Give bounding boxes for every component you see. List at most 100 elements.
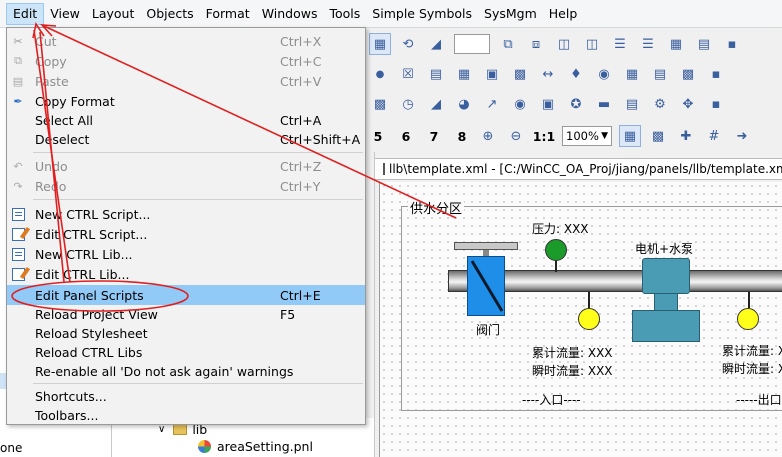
rotate-icon[interactable]: ⟲ — [397, 33, 419, 55]
menu-item-new-ctrl-lib[interactable]: New CTRL Lib... — [7, 244, 365, 264]
tree-file-areasetting[interactable]: areaSetting.pnl — [198, 439, 313, 454]
layout-icon[interactable]: ▤ — [693, 33, 715, 55]
menu-view[interactable]: View — [44, 3, 86, 25]
panel-canvas[interactable]: 供水分区 阀门 压力: XXX 累计流量: XXX 瞬时流量: XXX ----… — [379, 182, 782, 457]
table-icon[interactable]: ▤ — [425, 63, 447, 85]
menu-item-cut[interactable]: ✂ Cut Ctrl+X — [7, 31, 365, 51]
more-tools-icon[interactable]: ▪ — [721, 33, 743, 55]
menu-item-copy[interactable]: ⧉ Copy Ctrl+C — [7, 51, 365, 71]
menu-help[interactable]: Help — [543, 3, 584, 25]
tool-5-button[interactable]: 5 — [366, 125, 390, 147]
menu-item-new-ctrl-script[interactable]: New CTRL Script... — [7, 204, 365, 224]
align-rows-icon[interactable]: ☰ — [637, 33, 659, 55]
menu-objects[interactable]: Objects — [140, 3, 199, 25]
menu-layout[interactable]: Layout — [86, 3, 141, 25]
menu-item-toolbars[interactable]: Toolbars... — [7, 405, 365, 425]
valve-symbol[interactable] — [467, 256, 505, 316]
size-input[interactable] — [454, 34, 490, 54]
menu-simple-symbols[interactable]: Simple Symbols — [366, 3, 478, 25]
spin-icon[interactable]: ↔ — [537, 63, 559, 85]
instant-flow-2: 瞬时流量: X — [722, 362, 782, 376]
panel-window-titlebar[interactable]: llb\template.xml - [C:/WinCC_OA_Proj/jia… — [375, 158, 782, 180]
grid-toggle-icon[interactable]: ▦ — [619, 125, 641, 147]
toggle-icon[interactable]: ◉ — [509, 93, 531, 115]
edit-menu-dropdown: ✂ Cut Ctrl+X ⧉ Copy Ctrl+C ▤ Paste Ctrl+… — [6, 27, 366, 425]
crosshair-icon[interactable]: ✚ — [675, 125, 697, 147]
monitor-icon[interactable]: ▤ — [621, 93, 643, 115]
tool-8-button[interactable]: 8 — [450, 125, 474, 147]
extra2-icon[interactable]: ▪ — [705, 93, 727, 115]
menu-tools[interactable]: Tools — [324, 3, 367, 25]
menu-edit[interactable]: Edit — [6, 2, 45, 25]
tool-7-button[interactable]: 7 — [422, 125, 446, 147]
valve-diagonal-icon — [470, 260, 504, 312]
embed-icon[interactable]: ▩ — [677, 63, 699, 85]
menu-item-undo[interactable]: ↶ Undo Ctrl+Z — [7, 156, 365, 176]
bring-front-icon[interactable]: ◫ — [553, 33, 575, 55]
zoom-out-icon[interactable]: ⊖ — [505, 125, 527, 147]
slider-icon[interactable]: ▬ — [593, 93, 615, 115]
zoom-1-1-button[interactable]: 1:1 — [530, 125, 558, 147]
widget-icon[interactable]: ▩ — [369, 93, 391, 115]
menu-item-copy-format[interactable]: ✒ Copy Format — [7, 91, 365, 111]
pump-label: 电机+水泵 — [635, 242, 694, 256]
gauge-icon[interactable]: ◕ — [453, 93, 475, 115]
image-icon[interactable]: ▣ — [537, 93, 559, 115]
menu-item-paste[interactable]: ▤ Paste Ctrl+V — [7, 71, 365, 91]
grid-lines-icon[interactable]: # — [703, 125, 725, 147]
menu-item-edit-ctrl-lib[interactable]: Edit CTRL Lib... — [7, 264, 365, 284]
grid-select-icon[interactable]: ▦ — [369, 33, 391, 55]
toolbar-area: ▦ ⟲ ◢ ⧉ ⧈ ◫ ◫ ☰ ☰ ▦ ▤ ▪ ● ☒ ▤ ▦ ▣ ▩ ↔ ♦ … — [366, 28, 782, 152]
menu-item-reload-stylesheet[interactable]: Reload Stylesheet — [7, 323, 365, 343]
close-box-icon[interactable]: ☒ — [397, 63, 419, 85]
menu-item-reload-ctrl-libs[interactable]: Reload CTRL Libs — [7, 342, 365, 362]
move-icon[interactable]: ✥ — [677, 93, 699, 115]
chart-icon[interactable]: ◢ — [425, 93, 447, 115]
radio-icon[interactable]: ● — [369, 63, 391, 85]
menu-item-deselect[interactable]: Deselect Ctrl+Shift+A — [7, 129, 365, 149]
settings-icon[interactable]: ⚙ — [649, 93, 671, 115]
ungroup-icon[interactable]: ⧈ — [525, 33, 547, 55]
clock-icon[interactable]: ◷ — [397, 93, 419, 115]
menu-item-redo[interactable]: ↷ Redo Ctrl+Y — [7, 176, 365, 196]
zoom-in-icon[interactable]: ⊕ — [477, 125, 499, 147]
extra-icon[interactable]: ▪ — [705, 63, 727, 85]
menu-item-reload-project-view[interactable]: Reload Project View F5 — [7, 304, 365, 324]
pressure-sensor[interactable] — [545, 239, 567, 261]
menu-item-reenable-warnings[interactable]: Re-enable all 'Do not ask again' warning… — [7, 361, 365, 381]
group-icon[interactable]: ⧉ — [497, 33, 519, 55]
flow-sensor-2[interactable] — [737, 308, 759, 330]
tool-6-button[interactable]: 6 — [394, 125, 418, 147]
flow-sensor-1[interactable] — [578, 308, 600, 330]
folder-icon — [173, 424, 188, 435]
menu-item-shortcuts[interactable]: Shortcuts... — [7, 386, 365, 406]
menu-windows[interactable]: Windows — [256, 3, 324, 25]
zoom-select[interactable]: 100% ▼ — [562, 126, 612, 146]
flow-sensor-2-stem — [748, 292, 750, 308]
puzzle-icon[interactable]: ♦ — [565, 63, 587, 85]
window-icon[interactable]: ▩ — [509, 63, 531, 85]
list-icon[interactable]: ▦ — [453, 63, 475, 85]
chevron-down-icon: ▼ — [601, 131, 608, 141]
brush-icon: ✒ — [13, 94, 23, 108]
snap-icon[interactable]: ▩ — [647, 125, 669, 147]
menu-format[interactable]: Format — [200, 3, 256, 25]
align-columns-icon[interactable]: ☰ — [609, 33, 631, 55]
pressure-sensor-stem — [555, 260, 557, 272]
menu-item-select-all[interactable]: Select All Ctrl+A — [7, 110, 365, 130]
pump-motor[interactable] — [642, 258, 690, 294]
connect-icon[interactable]: ➜ — [731, 125, 753, 147]
pump-base[interactable] — [632, 310, 700, 342]
tab-icon[interactable]: ▤ — [649, 63, 671, 85]
globe-icon[interactable]: ◉ — [593, 63, 615, 85]
distribute-icon[interactable]: ▦ — [665, 33, 687, 55]
menu-item-edit-panel-scripts[interactable]: Edit Panel Scripts Ctrl+E — [7, 285, 365, 305]
scale-icon[interactable]: ◢ — [425, 33, 447, 55]
trend-icon[interactable]: ↗ — [481, 93, 503, 115]
send-back-icon[interactable]: ◫ — [581, 33, 603, 55]
web-icon[interactable]: ▦ — [621, 63, 643, 85]
wheel-icon[interactable]: ✪ — [565, 93, 587, 115]
menu-sysmgm[interactable]: SysMgm — [478, 3, 543, 25]
frame-icon[interactable]: ▣ — [481, 63, 503, 85]
menu-item-edit-ctrl-script[interactable]: Edit CTRL Script... — [7, 224, 365, 244]
